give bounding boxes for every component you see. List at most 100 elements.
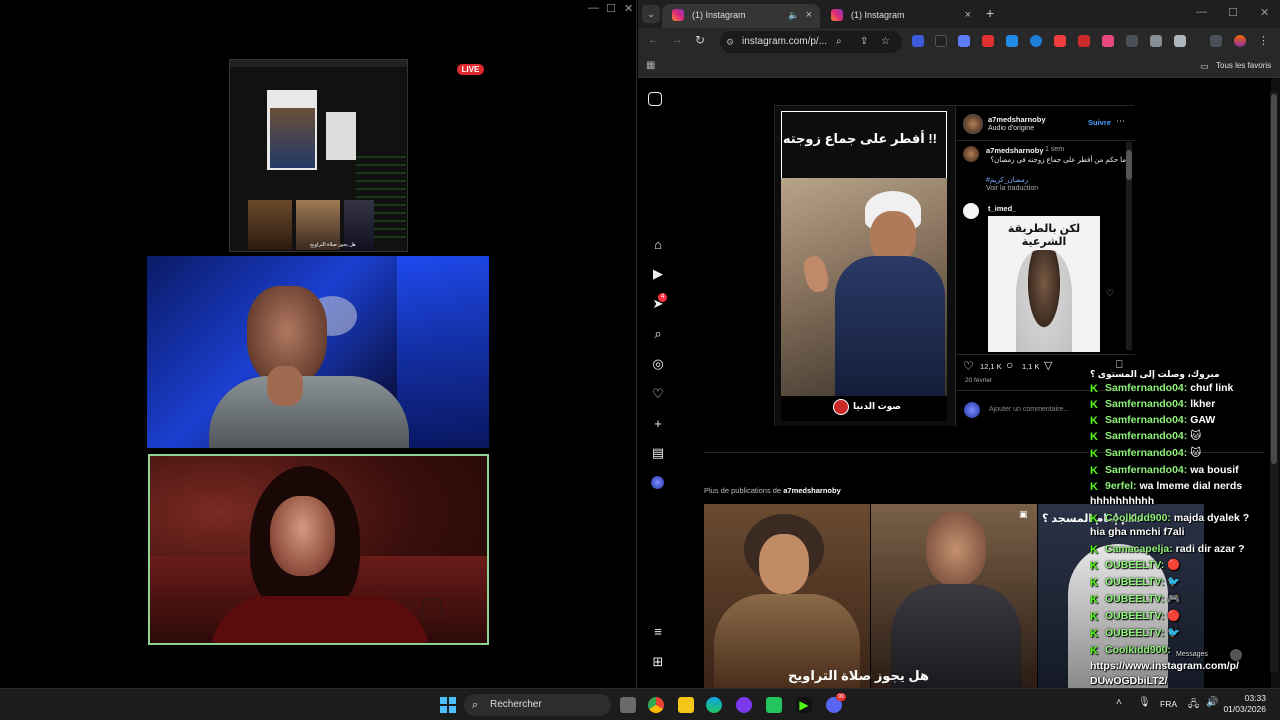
comments-count[interactable]: 1,1 K — [1022, 362, 1040, 371]
extension-icon[interactable] — [982, 35, 994, 47]
speaker-icon[interactable]: 🔈 — [788, 4, 799, 26]
chevron-up-icon[interactable]: ˄ — [1116, 697, 1122, 708]
search-icon[interactable]: ⌕ — [651, 327, 665, 341]
puzzle-icon[interactable] — [1174, 35, 1186, 47]
share-icon[interactable]: ▽ — [1044, 359, 1052, 372]
tab-instagram-1[interactable]: (1) Instagram 🔈 × — [662, 4, 820, 28]
extension-icon[interactable] — [958, 35, 970, 47]
kick-icon: K — [1090, 383, 1098, 395]
audio-label[interactable]: Audio d'origine — [988, 125, 1034, 132]
more-post-thumbnail[interactable]: ▣ — [871, 504, 1037, 688]
comments-scrollbar[interactable] — [1126, 142, 1132, 350]
new-tab-button[interactable]: + — [986, 5, 994, 21]
microphone-icon[interactable]: 🎙 — [1138, 697, 1151, 708]
streamer-webcam — [147, 256, 489, 448]
author-avatar[interactable] — [963, 114, 983, 134]
dashboard-icon[interactable]: ▤ — [651, 446, 665, 460]
forward-icon[interactable]: → — [672, 34, 683, 46]
zoom-icon[interactable]: ⌕ — [836, 31, 842, 53]
minimize-button[interactable]: — — [588, 2, 599, 14]
maximize-button[interactable]: ☐ — [606, 2, 616, 15]
close-button[interactable]: ✕ — [624, 2, 633, 15]
reading-list-icon[interactable] — [1210, 35, 1222, 47]
profile-avatar[interactable] — [651, 476, 664, 489]
all-bookmarks-link[interactable]: Tous les favoris — [1216, 61, 1271, 70]
comment-image[interactable]: لكن بالطريقة الشرعية — [988, 216, 1100, 352]
apps-grid-icon[interactable]: ▦ — [646, 60, 655, 71]
install-icon[interactable]: ⇪ — [860, 31, 868, 53]
minimize-button[interactable]: — — [1196, 6, 1207, 18]
home-icon[interactable]: ⌂ — [651, 238, 665, 252]
kick-icon: K — [1090, 628, 1098, 640]
app-icon[interactable] — [736, 697, 752, 713]
threads-icon[interactable]: ⊞ — [651, 655, 665, 669]
tab-title: (1) Instagram — [692, 10, 746, 20]
youtube-icon[interactable] — [1054, 35, 1066, 47]
more-posts-username[interactable]: a7medsharnoby — [783, 486, 841, 495]
tab-instagram-2[interactable]: (1) Instagram × — [821, 4, 979, 28]
extension-icon[interactable] — [912, 35, 924, 47]
comment-username[interactable]: t_imed_ — [988, 204, 1016, 213]
chat-message: K Samfernando04: 🐱 — [1090, 445, 1201, 461]
extension-icon[interactable] — [1102, 35, 1114, 47]
caption-hashtag[interactable]: #رمضان_كريم — [986, 176, 1028, 184]
close-icon[interactable]: × — [965, 4, 971, 26]
extension-icon[interactable] — [935, 35, 947, 47]
extension-icon[interactable] — [1030, 35, 1042, 47]
follow-button[interactable]: Suivre — [1088, 118, 1111, 127]
chat-message-wrap: hhhhhhhhhh — [1090, 495, 1155, 507]
menu-icon[interactable]: ⋮ — [1258, 34, 1269, 47]
likes-count[interactable]: 12,1 K — [980, 362, 1002, 371]
comment-icon[interactable]: ○ — [1006, 358, 1013, 372]
reels-icon[interactable]: ▶ — [651, 267, 665, 281]
add-comment-input[interactable]: Ajouter un commentaire... — [989, 406, 1069, 413]
profile-avatar[interactable] — [1234, 35, 1246, 47]
close-button[interactable]: ✕ — [1260, 6, 1269, 19]
tab-search-button[interactable]: ⌄ — [642, 5, 660, 23]
close-icon[interactable]: × — [806, 4, 812, 26]
windows-start-icon[interactable] — [440, 697, 456, 713]
network-icon[interactable]: 🖧 — [1188, 697, 1199, 714]
clock[interactable]: 03:33 01/03/2026 — [1223, 693, 1266, 715]
volume-icon[interactable]: 🔊 — [1206, 697, 1218, 708]
heart-icon[interactable]: ♡ — [651, 387, 665, 401]
extension-icon[interactable] — [1126, 35, 1138, 47]
post-video[interactable]: أفطر على جماع زوجته !! صوت الدنيا — [775, 106, 955, 426]
app-icon[interactable] — [766, 697, 782, 713]
taskbar-search[interactable]: ⌕ Rechercher — [464, 694, 611, 716]
more-options-icon[interactable]: ⋯ — [1116, 116, 1125, 127]
bookmark-star-icon[interactable]: ☆ — [881, 31, 890, 53]
maximize-button[interactable]: ☐ — [1228, 6, 1238, 19]
author-avatar[interactable] — [963, 146, 979, 162]
like-icon[interactable]: ♡ — [963, 359, 974, 373]
messages-label: Messages — [1176, 651, 1208, 658]
commenter-avatar[interactable] — [963, 203, 979, 219]
clock-date: 01/03/2026 — [1223, 704, 1266, 714]
address-bar[interactable]: ⚙ instagram.com/p/... ⌕ ⇪ ☆ — [720, 31, 902, 53]
chat-message: K Samfernando04: GAW — [1090, 412, 1215, 428]
file-explorer-icon[interactable] — [678, 697, 694, 713]
extension-icon[interactable] — [1078, 35, 1090, 47]
instagram-logo-icon[interactable] — [648, 92, 662, 106]
explore-icon[interactable]: ◎ — [651, 357, 665, 371]
shield-icon[interactable] — [1150, 35, 1162, 47]
reload-icon[interactable]: ↻ — [695, 33, 705, 47]
site-info-icon[interactable]: ⚙ — [726, 31, 734, 53]
like-comment-icon[interactable]: ♡ — [1106, 288, 1114, 299]
language-indicator[interactable]: FRA — [1160, 699, 1177, 709]
extension-icon[interactable] — [1006, 35, 1018, 47]
caption-username[interactable]: a7medsharnoby — [986, 146, 1044, 155]
kick-icon[interactable]: ▶ — [796, 697, 812, 713]
stream-chat-overlay: مبروك، وصلت إلى المستوى ؟ K Samfernando04… — [1090, 366, 1275, 688]
back-icon[interactable]: ← — [648, 34, 659, 46]
task-view-icon[interactable] — [620, 697, 636, 713]
translate-link[interactable]: Voir la traduction — [986, 185, 1038, 192]
chrome-icon[interactable] — [648, 697, 664, 713]
author-username[interactable]: a7medsharnoby — [988, 115, 1046, 124]
create-icon[interactable]: + — [651, 417, 665, 431]
more-menu-icon[interactable]: ≡ — [651, 625, 665, 639]
more-post-thumbnail[interactable] — [704, 504, 870, 688]
edge-icon[interactable] — [706, 697, 722, 713]
chat-username: OUBEELTV: — [1105, 627, 1165, 639]
chat-message: K 9erfel: wa lmeme dial nerds — [1090, 478, 1242, 494]
